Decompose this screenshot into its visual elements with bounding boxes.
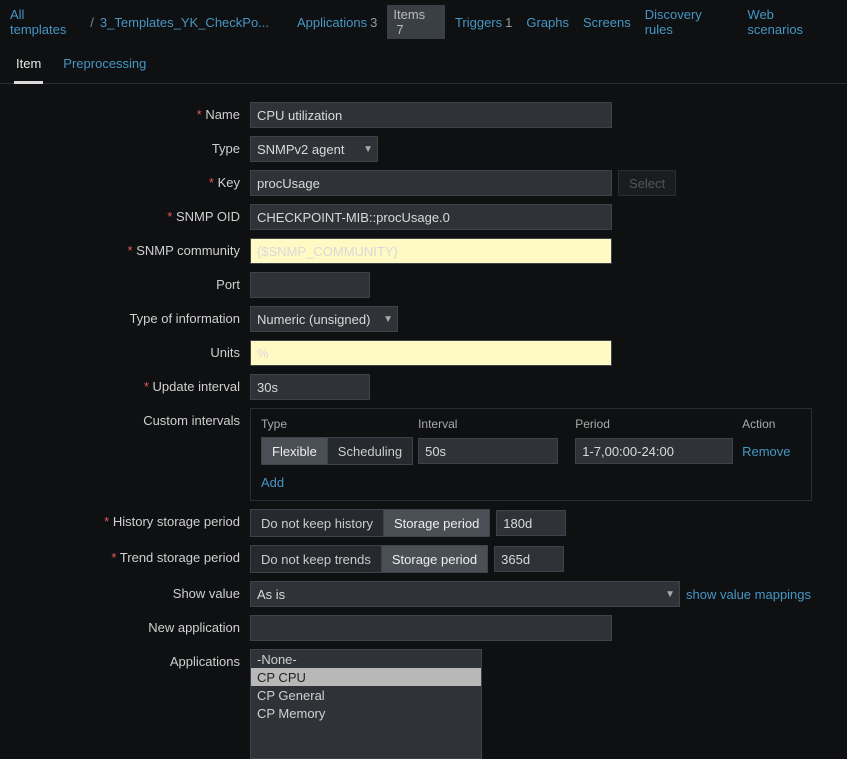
breadcrumb-nav: All templates / 3_Templates_YK_CheckPo..… — [0, 0, 847, 46]
ci-period-input[interactable] — [575, 438, 733, 464]
nav-triggers[interactable]: Triggers1 — [451, 13, 516, 32]
trend-no-button[interactable]: Do not keep trends — [251, 546, 382, 572]
label-snmp-community: SNMP community — [0, 238, 250, 258]
ci-remove-link[interactable]: Remove — [742, 444, 790, 459]
applications-option-cp-general[interactable]: CP General — [251, 686, 481, 704]
label-units: Units — [0, 340, 250, 360]
applications-listbox[interactable]: -None- CP CPU CP General CP Memory — [250, 649, 482, 759]
tabs: Item Preprocessing — [0, 46, 847, 84]
history-toggle: Do not keep history Storage period — [250, 509, 490, 537]
ci-scheduling-button[interactable]: Scheduling — [328, 438, 412, 464]
update-interval-input[interactable] — [250, 374, 370, 400]
trend-value-input[interactable] — [494, 546, 564, 572]
ci-header-action: Action — [742, 417, 801, 431]
snmp-oid-input[interactable] — [250, 204, 612, 230]
show-value-select[interactable]: As is ▼ — [250, 581, 680, 607]
nav-triggers-label: Triggers — [455, 15, 502, 30]
custom-intervals-box: Type Interval Period Action Flexible Sch… — [250, 408, 812, 501]
type-of-info-value: Numeric (unsigned) — [257, 312, 370, 327]
nav-items-count: 7 — [396, 22, 403, 37]
ci-header-period: Period — [575, 417, 742, 431]
name-input[interactable] — [250, 102, 612, 128]
label-trend-storage: Trend storage period — [0, 545, 250, 565]
label-key: Key — [0, 170, 250, 190]
nav-applications[interactable]: Applications3 — [293, 13, 381, 32]
chevron-down-icon: ▼ — [363, 144, 373, 155]
ci-header-interval: Interval — [418, 417, 575, 431]
type-select[interactable]: SNMPv2 agent ▼ — [250, 136, 378, 162]
key-input[interactable] — [250, 170, 612, 196]
label-new-application: New application — [0, 615, 250, 635]
type-select-value: SNMPv2 agent — [257, 142, 344, 157]
nav-graphs[interactable]: Graphs — [522, 13, 573, 32]
label-show-value: Show value — [0, 581, 250, 601]
trend-toggle: Do not keep trends Storage period — [250, 545, 488, 573]
applications-option-cp-memory[interactable]: CP Memory — [251, 704, 481, 722]
nav-applications-count: 3 — [370, 15, 377, 30]
new-application-input[interactable] — [250, 615, 612, 641]
ci-header-type: Type — [261, 417, 418, 431]
trend-sp-button[interactable]: Storage period — [382, 546, 487, 572]
history-value-input[interactable] — [496, 510, 566, 536]
item-form: Name Type SNMPv2 agent ▼ Key Select SNMP… — [0, 84, 847, 759]
chevron-down-icon: ▼ — [665, 589, 675, 600]
nav-discovery[interactable]: Discovery rules — [641, 5, 738, 39]
tab-item[interactable]: Item — [14, 50, 43, 84]
nav-applications-label: Applications — [297, 15, 367, 30]
show-value-mappings-link[interactable]: show value mappings — [686, 587, 811, 602]
label-type-of-info: Type of information — [0, 306, 250, 326]
ci-type-toggle: Flexible Scheduling — [261, 437, 413, 465]
label-custom-intervals: Custom intervals — [0, 408, 250, 428]
label-applications: Applications — [0, 649, 250, 669]
nav-triggers-count: 1 — [505, 15, 512, 30]
breadcrumb-all-templates[interactable]: All templates — [10, 7, 84, 37]
key-select-button[interactable]: Select — [618, 170, 676, 196]
history-sp-button[interactable]: Storage period — [384, 510, 489, 536]
applications-option-cp-cpu[interactable]: CP CPU — [251, 668, 481, 686]
label-update-interval: Update interval — [0, 374, 250, 394]
tab-preprocessing[interactable]: Preprocessing — [61, 50, 148, 83]
nav-items[interactable]: Items 7 — [387, 5, 445, 39]
nav-web[interactable]: Web scenarios — [743, 5, 837, 39]
breadcrumb-sep: / — [90, 15, 94, 30]
type-of-info-select[interactable]: Numeric (unsigned) ▼ — [250, 306, 398, 332]
show-value-selected: As is — [257, 587, 285, 602]
label-type: Type — [0, 136, 250, 156]
label-name: Name — [0, 102, 250, 122]
chevron-down-icon: ▼ — [383, 314, 393, 325]
label-snmp-oid: SNMP OID — [0, 204, 250, 224]
breadcrumb-template[interactable]: 3_Templates_YK_CheckPo... — [100, 15, 269, 30]
snmp-community-input[interactable] — [250, 238, 612, 264]
nav-screens[interactable]: Screens — [579, 13, 635, 32]
label-history-storage: History storage period — [0, 509, 250, 529]
units-input[interactable] — [250, 340, 612, 366]
label-port: Port — [0, 272, 250, 292]
ci-add-link[interactable]: Add — [261, 475, 284, 490]
ci-interval-input[interactable] — [418, 438, 558, 464]
ci-flexible-button[interactable]: Flexible — [262, 438, 328, 464]
nav-items-label: Items — [393, 7, 425, 22]
applications-option-none[interactable]: -None- — [251, 650, 481, 668]
port-input[interactable] — [250, 272, 370, 298]
history-no-button[interactable]: Do not keep history — [251, 510, 384, 536]
